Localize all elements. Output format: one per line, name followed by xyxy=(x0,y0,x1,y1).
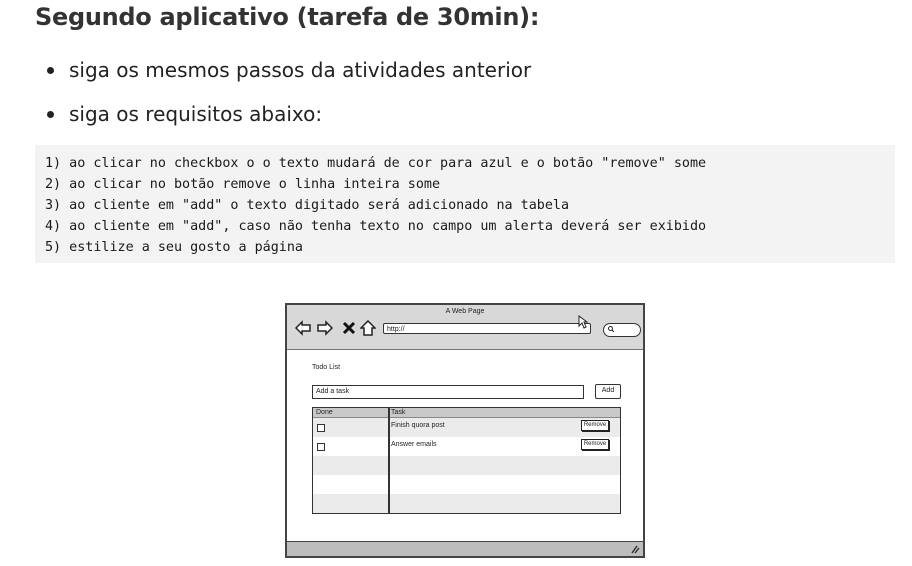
forward-arrow-icon xyxy=(317,320,333,336)
todo-list-heading: Todo List xyxy=(312,364,341,371)
bullet-item: siga os requisitos abaixo: xyxy=(45,97,531,141)
add-button[interactable]: Add xyxy=(595,384,621,399)
remove-button[interactable]: Remove xyxy=(581,439,609,450)
requirement-line: 3) ao cliente em "add" o texto digitado … xyxy=(45,198,570,213)
table-row-empty xyxy=(313,494,620,513)
remove-button[interactable]: Remove xyxy=(581,420,609,431)
url-field[interactable]: http:// xyxy=(383,323,591,334)
bullet-dot xyxy=(47,111,54,118)
requirement-line: 2) ao clicar no botão remove o linha int… xyxy=(45,177,441,192)
bullet-list: siga os mesmos passos da atividades ante… xyxy=(45,53,531,141)
table-row-empty xyxy=(313,475,620,494)
home-icon xyxy=(360,320,376,336)
resize-grip-icon[interactable] xyxy=(630,545,640,554)
table-row: Finish quora post Remove xyxy=(313,418,620,437)
bullet-dot xyxy=(47,67,54,74)
wireframe-page-title: A Web Page xyxy=(445,308,485,315)
search-field[interactable] xyxy=(603,323,641,337)
cursor-icon xyxy=(578,315,588,329)
back-arrow-icon xyxy=(295,320,311,336)
wireframe-mockup: A Web Page http:// Todo List Add a task … xyxy=(285,303,645,558)
wireframe-browser-bar: A Web Page http:// xyxy=(287,305,643,350)
bullet-item: siga os mesmos passos da atividades ante… xyxy=(45,53,531,97)
column-divider xyxy=(388,408,390,513)
requirements-code-block: 1) ao clicar no checkbox o o texto mudar… xyxy=(35,145,895,263)
bullet-text: siga os requisitos abaixo: xyxy=(69,102,323,126)
done-checkbox[interactable] xyxy=(317,424,325,432)
table-header: Done Task xyxy=(313,408,620,418)
task-text: Answer emails xyxy=(391,441,437,448)
requirement-line: 1) ao clicar no checkbox o o texto mudar… xyxy=(45,156,707,171)
close-x-icon xyxy=(342,321,356,335)
column-header-task: Task xyxy=(391,409,406,416)
table-row: Answer emails Remove xyxy=(313,437,620,456)
column-header-done: Done xyxy=(316,409,333,416)
page-title: Segundo aplicativo (tarefa de 30min): xyxy=(35,3,540,31)
search-icon xyxy=(608,326,614,332)
add-task-input[interactable]: Add a task xyxy=(312,385,584,399)
bullet-text: siga os mesmos passos da atividades ante… xyxy=(69,58,532,82)
done-checkbox[interactable] xyxy=(317,443,325,451)
requirement-line: 5) estilize a seu gosto a página xyxy=(45,240,303,255)
task-text: Finish quora post xyxy=(391,422,445,429)
todo-table: Done Task Finish quora post Remove Answe… xyxy=(312,407,621,514)
table-row-empty xyxy=(313,456,620,475)
requirement-line: 4) ao cliente em "add", caso não tenha t… xyxy=(45,219,707,234)
wireframe-status-bar xyxy=(287,541,643,556)
